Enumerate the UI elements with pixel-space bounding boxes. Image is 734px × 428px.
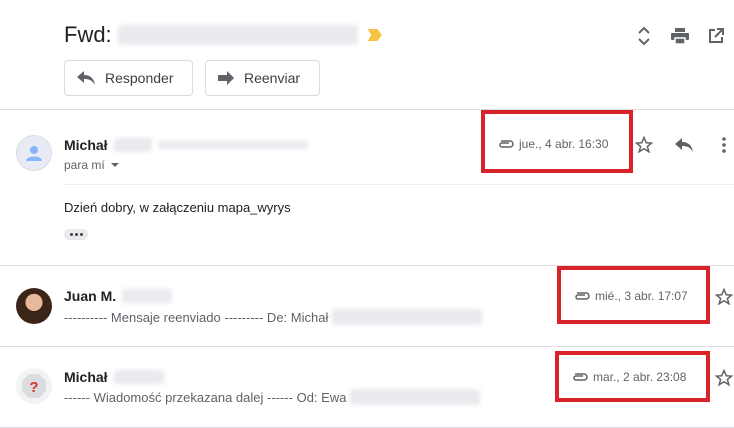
important-marker-icon[interactable] <box>367 29 382 41</box>
unknown-sender-icon: ? <box>22 374 46 398</box>
recipient-details[interactable]: para mí <box>64 158 120 172</box>
open-in-new-icon[interactable] <box>698 24 734 48</box>
avatar[interactable] <box>16 135 52 171</box>
reply-icon[interactable] <box>672 133 696 157</box>
snippet-redacted <box>350 389 481 405</box>
avatar[interactable]: ? <box>16 368 52 404</box>
star-outline-icon[interactable] <box>712 285 734 309</box>
show-trimmed-content-button[interactable] <box>64 229 88 240</box>
subject-prefix: Fwd: <box>64 22 112 47</box>
sender-name[interactable]: Juan M. <box>64 288 173 304</box>
forward-icon <box>218 71 234 85</box>
chevron-down-icon <box>110 163 119 167</box>
reply-button[interactable]: Responder <box>64 60 193 96</box>
star-outline-icon[interactable] <box>632 133 656 157</box>
avatar[interactable] <box>16 288 52 324</box>
print-icon[interactable] <box>662 24 698 48</box>
more-vert-icon[interactable] <box>712 133 734 157</box>
star-outline-icon[interactable] <box>712 366 734 390</box>
message-header-divider <box>64 184 734 185</box>
reply-button-label: Responder <box>105 70 174 86</box>
subject-redacted <box>117 25 358 45</box>
highlight-box <box>481 110 633 173</box>
forward-button-label: Reenviar <box>244 70 301 86</box>
highlight-box <box>555 351 710 402</box>
sender-surname-redacted <box>122 289 173 303</box>
sender-email-redacted <box>157 141 308 149</box>
sender-surname-redacted <box>113 138 152 152</box>
thread-subject: Fwd: <box>64 22 382 48</box>
svg-text:?: ? <box>29 379 38 396</box>
forward-button[interactable]: Reenviar <box>205 60 320 96</box>
divider <box>0 346 734 347</box>
highlight-box <box>557 266 710 324</box>
thread-toolbar <box>626 24 734 48</box>
message-body: Dzień dobry, w załączeniu mapa_wyrys <box>64 200 291 215</box>
sender-name[interactable]: Michał <box>64 137 308 153</box>
person-icon <box>26 146 42 161</box>
sender-name[interactable]: Michał <box>64 369 164 385</box>
unfold-icon[interactable] <box>626 24 662 48</box>
message-snippet: ------ Wiadomość przekazana dalej ------… <box>64 389 481 405</box>
snippet-redacted <box>332 309 483 325</box>
reply-icon <box>77 71 95 85</box>
sender-surname-redacted <box>113 370 164 384</box>
message-snippet: ---------- Mensaje reenviado --------- D… <box>64 309 483 325</box>
